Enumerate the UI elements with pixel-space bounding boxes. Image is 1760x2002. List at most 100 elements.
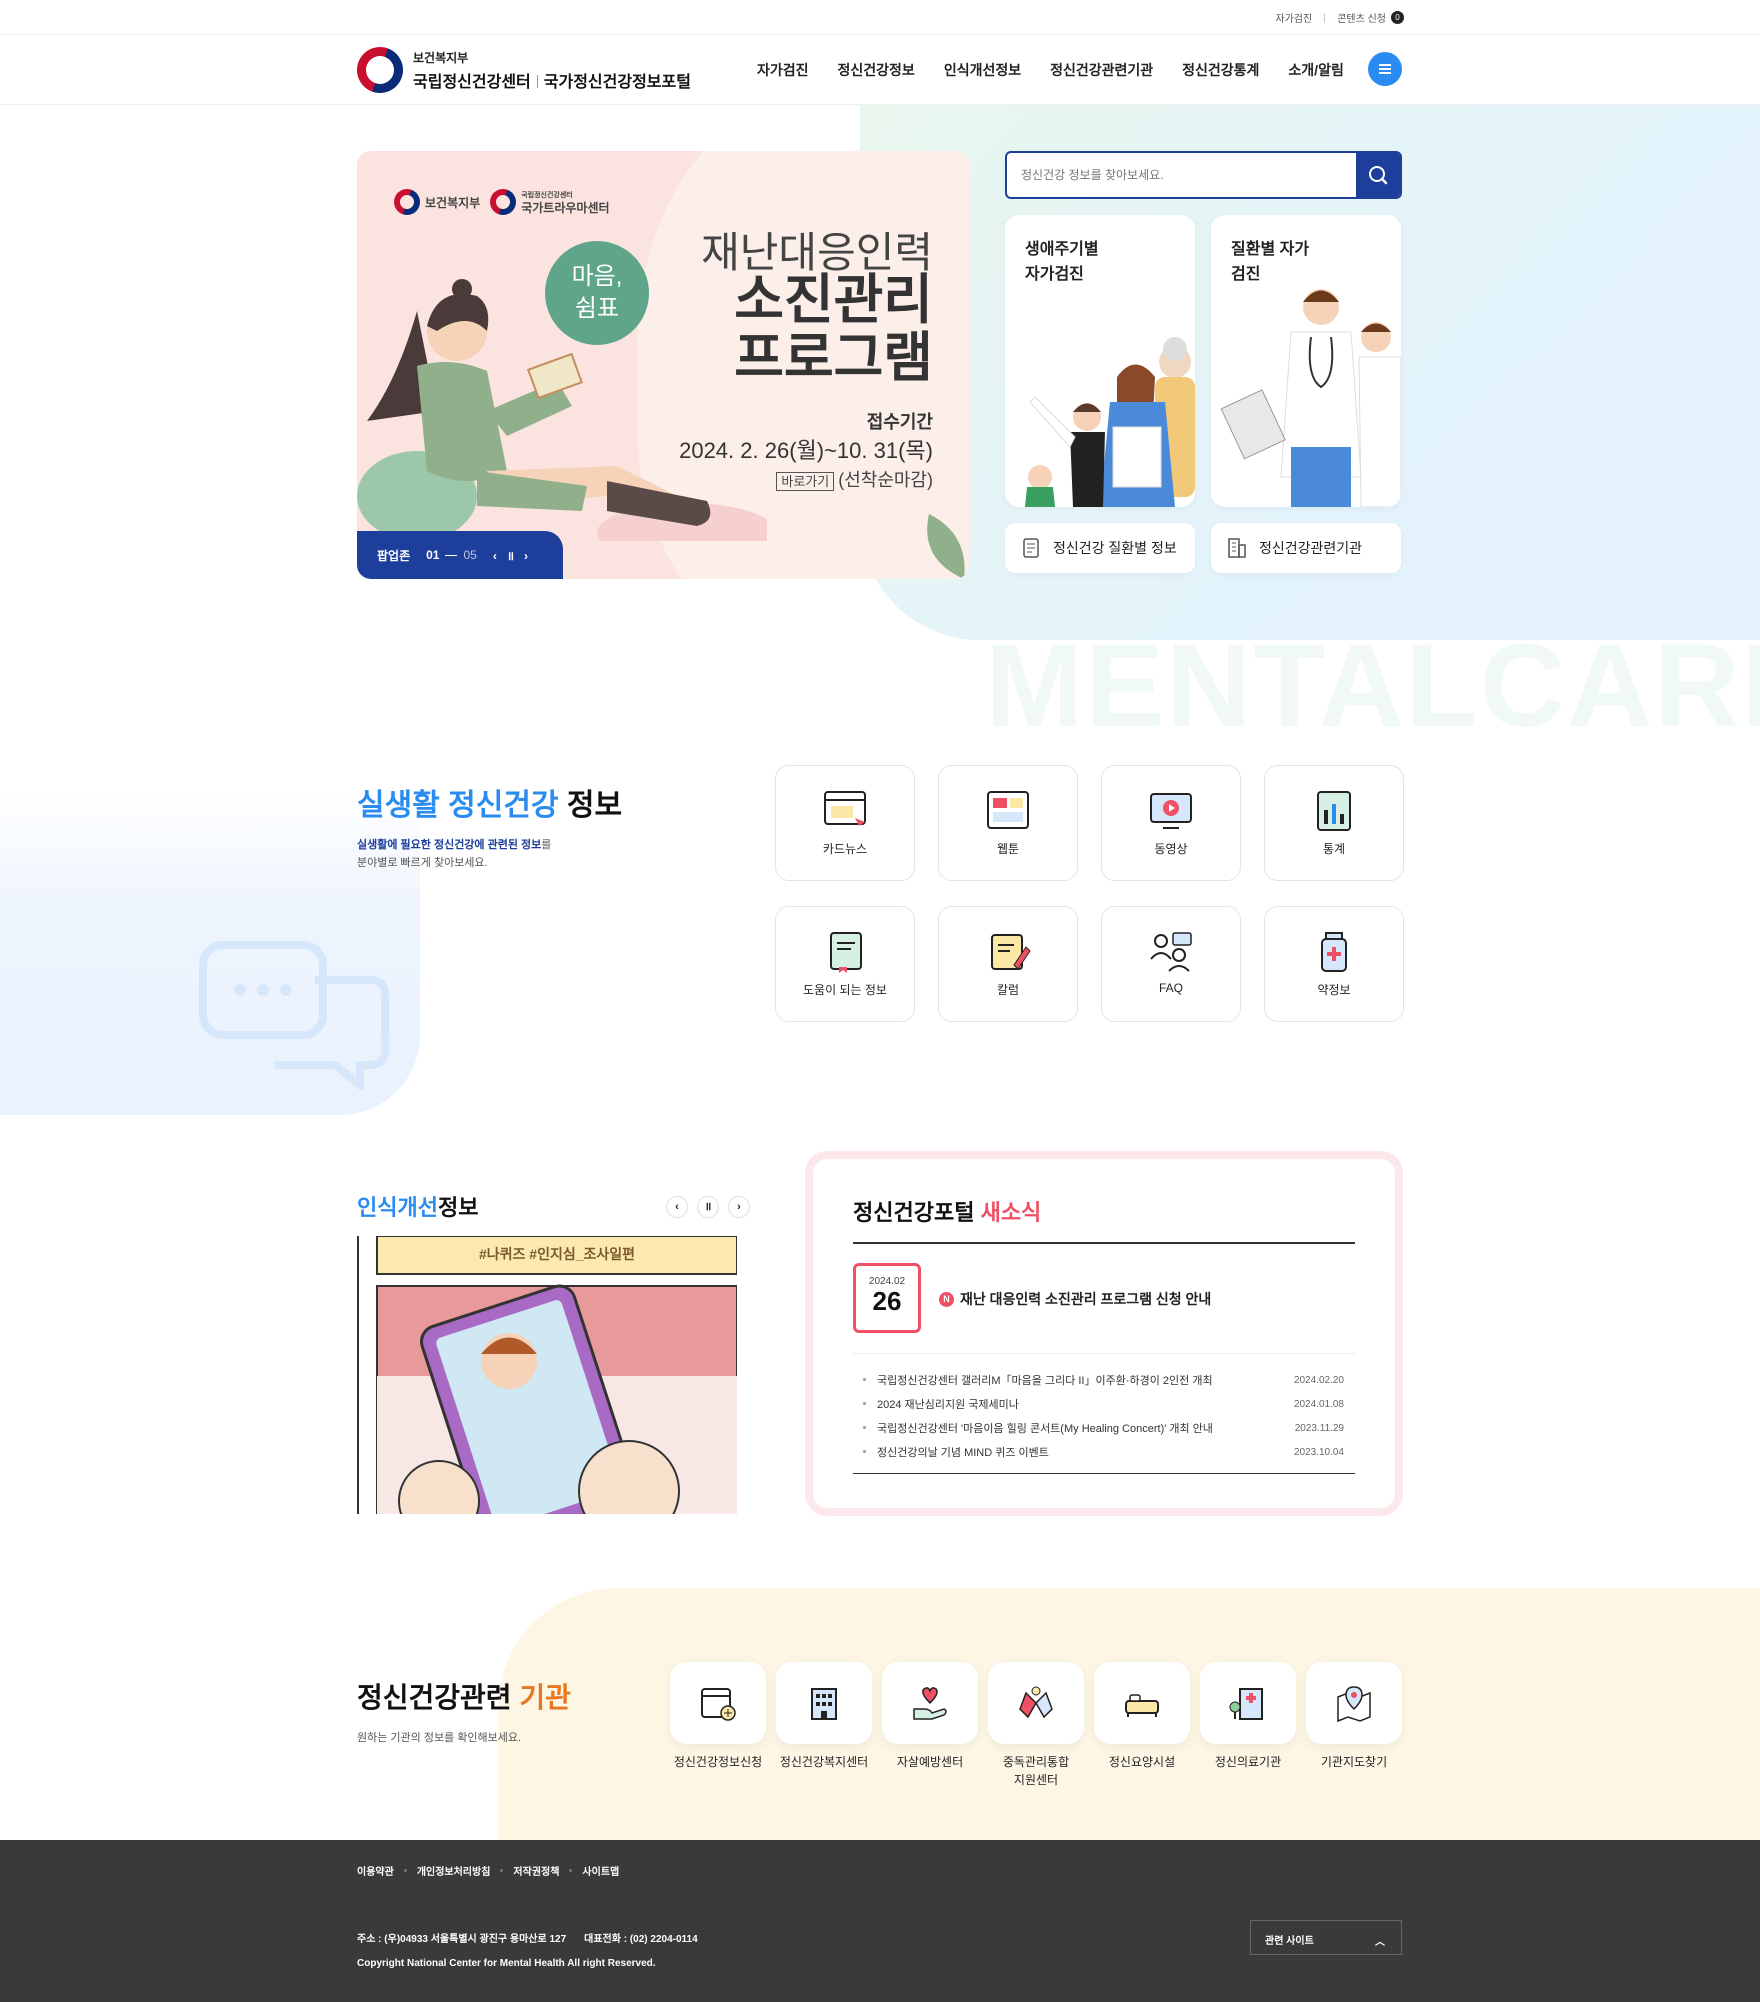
chat-bubble-decoration <box>199 941 389 1090</box>
footer-copyright: Copyright National Center for Mental Hea… <box>357 1958 656 1969</box>
news-item[interactable]: 정신건강의날 기념 MIND 퀴즈 이벤트 2023.10.04 <box>853 1440 1355 1464</box>
building-icon <box>1228 538 1246 558</box>
tile-webtoon[interactable]: 웹툰 <box>938 765 1078 881</box>
government-emblem-icon <box>357 47 403 93</box>
life-title-highlight: 실생활 정신건강 <box>357 789 559 822</box>
search-box <box>1005 151 1402 199</box>
news-item-date: 2023.10.04 <box>1293 1446 1344 1458</box>
tile-faq[interactable]: FAQ <box>1101 906 1241 1022</box>
search-button[interactable] <box>1356 153 1400 197</box>
inst-welfare-center[interactable]: 정신건강복지센터 <box>776 1662 872 1771</box>
tile-label: 통계 <box>1322 842 1346 856</box>
tile-card-news[interactable]: 카드뉴스 <box>775 765 915 881</box>
center-name: 국립정신건강센터 <box>413 73 531 91</box>
search-input[interactable] <box>1007 153 1357 197</box>
related-sites-select[interactable]: 관련 사이트 ︿ <box>1250 1920 1402 1955</box>
popup-zone-label: 팝업존 <box>377 548 411 563</box>
nav-item-mental-health-info[interactable]: 정신건강정보 <box>838 60 915 80</box>
nav-item-statistics[interactable]: 정신건강통계 <box>1182 60 1259 80</box>
news-item[interactable]: 2024 재난심리지원 국제세미나 2024.01.08 <box>853 1392 1355 1416</box>
awareness-title-highlight: 인식개선 <box>357 1195 438 1220</box>
nav-item-self-check[interactable]: 자가검진 <box>757 60 809 80</box>
tile-label: 칼럼 <box>996 983 1020 997</box>
news-item[interactable]: 국립정신건강센터 갤러리M「마음을 그리다 II」이주환·하경이 2인전 개최 2… <box>853 1368 1355 1392</box>
news-item-title: 정신건강의날 기념 MIND 퀴즈 이벤트 <box>853 1444 1049 1460</box>
tile-medicine-info[interactable]: 약정보 <box>1264 906 1404 1022</box>
banner-go-row: 바로가기 (선착순마감) <box>776 466 933 492</box>
banner-title-line2: 소진관리 <box>734 270 933 330</box>
banner-logo-trauma-center: 국가트라우마센터 <box>521 201 610 215</box>
inst-info-request[interactable]: 정신건강정보신청 <box>670 1662 766 1771</box>
quick-link-institutions[interactable]: 정신건강관련기관 <box>1211 523 1401 573</box>
popup-zone-controls: 팝업존 01 05 ‹॥› <box>357 531 563 579</box>
welfare-building-icon <box>811 1688 837 1720</box>
footer-address: 주소 : (우)04933 서울특별시 광진구 용마산로 127 <box>357 1934 567 1945</box>
news-item-title: 국립정신건강센터 갤러리M「마음을 그리다 II」이주환·하경이 2인전 개최 <box>853 1372 1213 1388</box>
footer-link-terms[interactable]: 이용약관 <box>357 1863 394 1878</box>
quick-link-disease-info[interactable]: 정신건강 질환별 정보 <box>1005 523 1195 573</box>
awareness-controls: ‹ ॥ › <box>657 1196 750 1218</box>
disease-self-check-card[interactable]: 질환별 자가검진 <box>1211 215 1401 507</box>
pause-icon[interactable]: ॥ <box>507 549 524 563</box>
life-section-description: 실생활에 필요한 정신건강에 관련된 정보를 분야별로 빠르게 찾아보세요. <box>357 836 551 872</box>
document-icon <box>1023 538 1039 558</box>
footer-link-privacy[interactable]: 개인정보처리방침 <box>417 1863 491 1878</box>
content-count-badge: 0 <box>1391 11 1404 24</box>
news-title-highlight: 새소식 <box>980 1200 1042 1225</box>
tile-video[interactable]: 동영상 <box>1101 765 1241 881</box>
calendar-add-icon <box>701 1688 736 1721</box>
nav-item-awareness[interactable]: 인식개선정보 <box>944 60 1021 80</box>
nav-item-about[interactable]: 소개/알림 <box>1288 60 1343 80</box>
prev-arrow-icon[interactable]: ‹ <box>493 549 507 563</box>
awareness-section-title: 인식개선정보 <box>357 1190 478 1222</box>
all-menu-button[interactable] <box>1368 52 1402 86</box>
inst-suicide-prevention[interactable]: 자살예방센터 <box>882 1662 978 1771</box>
nav-item-institutions[interactable]: 정신건강관련기관 <box>1050 60 1153 80</box>
reading-girl-illustration <box>357 279 767 541</box>
news-item[interactable]: 국립정신건강센터 '마음이음 힐링 콘서트(My Healing Concert… <box>853 1416 1355 1440</box>
comic-illustration <box>376 1236 737 1514</box>
tile-label: 도움이 되는 정보 <box>803 983 887 997</box>
news-title-main: 정신건강포털 <box>853 1200 975 1225</box>
content-request-link[interactable]: 콘텐츠 신청 <box>1337 10 1386 25</box>
banner-title-line3: 프로그램 <box>734 328 933 388</box>
popup-current-index: 01 <box>426 548 440 562</box>
awareness-prev-icon[interactable]: ‹ <box>666 1196 688 1218</box>
popup-zone-banner[interactable]: 보건복지부 국립정신건강센터 국가트라우마센터 마음, 쉼표 재난대응인력 소진… <box>357 151 969 579</box>
next-arrow-icon[interactable]: › <box>524 549 538 563</box>
awareness-pause-icon[interactable]: ॥ <box>697 1196 719 1218</box>
tile-statistics[interactable]: 통계 <box>1264 765 1404 881</box>
bed-icon <box>1125 1694 1159 1717</box>
footer-phone: 대표전화 : (02) 2204-0114 <box>584 1934 698 1945</box>
lifecycle-self-check-card[interactable]: 생애주기별 자가검진 <box>1005 215 1195 507</box>
banner-note: (선착순마감) <box>838 470 933 490</box>
quick-link-label: 정신건강관련기관 <box>1259 540 1363 556</box>
site-logo[interactable]: 보건복지부 국립정신건강센터 국가정신건강정보포털 <box>357 47 691 93</box>
statistics-icon <box>1317 791 1351 831</box>
banner-go-link[interactable]: 바로가기 <box>776 472 835 491</box>
footer-links: 이용약관 개인정보처리방침 저작권정책 사이트맵 <box>357 1863 619 1878</box>
featured-day: 26 <box>872 1286 902 1316</box>
banner-period: 2024. 2. 26(월)~10. 31(목) <box>679 438 933 463</box>
tile-column[interactable]: 칼럼 <box>938 906 1078 1022</box>
inst-map-search[interactable]: 기관지도찾기 <box>1306 1662 1402 1771</box>
tile-label: FAQ <box>1158 981 1183 995</box>
footer-link-copyright[interactable]: 저작권정책 <box>513 1863 559 1878</box>
news-title: 정신건강포털 새소식 <box>853 1195 1041 1227</box>
inst-label: 정신의료기관 <box>1214 1755 1282 1769</box>
news-item-date: 2024.01.08 <box>1293 1398 1344 1410</box>
awareness-next-icon[interactable]: › <box>728 1196 750 1218</box>
tile-helpful-info[interactable]: 도움이 되는 정보 <box>775 906 915 1022</box>
chevron-up-icon: ︿ <box>1375 1937 1385 1948</box>
life-desc-line2: 분야별로 빠르게 찾아보세요. <box>357 857 488 869</box>
footer-link-sitemap[interactable]: 사이트맵 <box>582 1863 619 1878</box>
news-item-title: 국립정신건강센터 '마음이음 힐링 콘서트(My Healing Concert… <box>853 1420 1213 1436</box>
self-check-link[interactable]: 자가검진 <box>1275 10 1312 25</box>
inst-care-facility[interactable]: 정신요양시설 <box>1094 1662 1190 1771</box>
featured-news-link[interactable]: N 재난 대응인력 소진관리 프로그램 신청 안내 <box>939 1289 1211 1309</box>
main-nav: 자가검진 정신건강정보 인식개선정보 정신건강관련기관 정신건강통계 소개/알림 <box>757 60 1373 80</box>
awareness-comic[interactable]: #나퀴즈 #인지심_조사일편 <box>357 1236 737 1514</box>
inst-addiction-center[interactable]: 중독관리통합 지원센터 <box>988 1662 1084 1789</box>
leaf-decoration <box>927 514 965 579</box>
inst-medical-institution[interactable]: 정신의료기관 <box>1200 1662 1296 1771</box>
